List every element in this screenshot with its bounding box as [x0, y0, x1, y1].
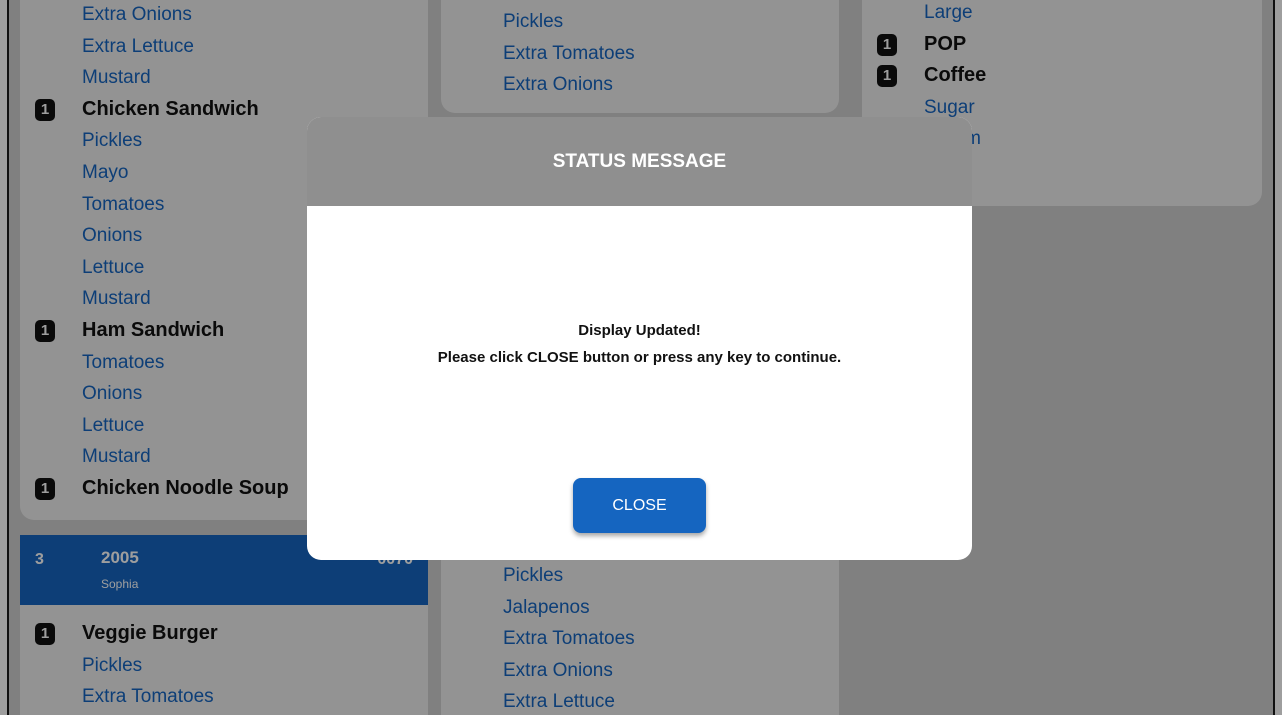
dialog-message-line2: Please click CLOSE button or press any k… [437, 349, 842, 366]
dialog-title: STATUS MESSAGE [307, 117, 972, 206]
status-message-dialog: STATUS MESSAGE Display Updated! Please c… [307, 117, 972, 560]
close-button[interactable]: CLOSE [573, 478, 706, 533]
dialog-message: Display Updated! Please click CLOSE butt… [307, 317, 972, 371]
dialog-message-line1: Display Updated! [578, 322, 701, 339]
